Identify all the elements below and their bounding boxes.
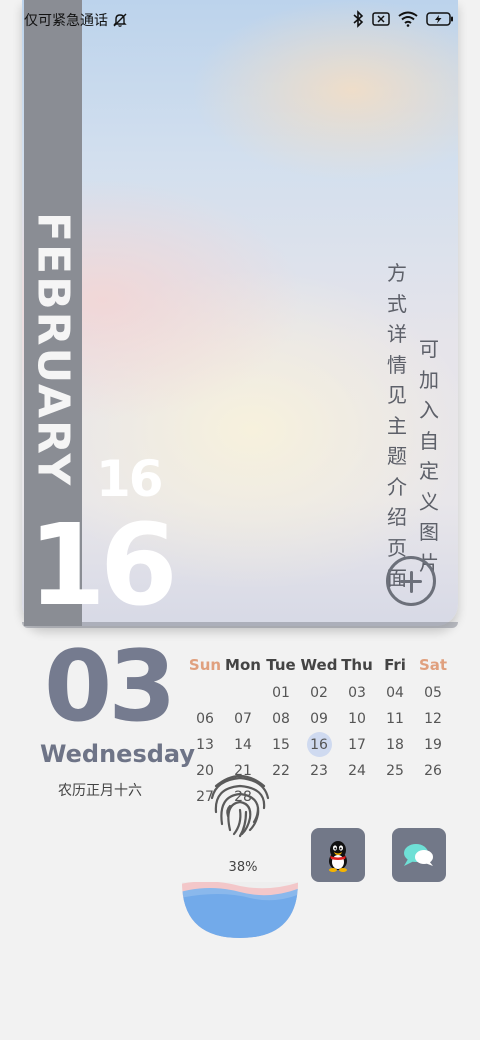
no-sim-icon	[372, 12, 390, 26]
weekday-header-wed: Wed	[300, 656, 338, 674]
calendar-day[interactable]: 12	[414, 708, 452, 730]
calendar-day[interactable]: 14	[224, 734, 262, 756]
weekday-header-fri: Fri	[384, 656, 406, 674]
day-big: 16	[28, 501, 178, 631]
calendar-day[interactable]: 04	[376, 682, 414, 704]
calendar-day[interactable]: 18	[376, 734, 414, 756]
calendar-week: 01 02 03 04 05	[186, 682, 452, 704]
calendar-day[interactable]: 17	[338, 734, 376, 756]
battery-percent: 38%	[228, 860, 258, 875]
calendar-day[interactable]: 06	[186, 708, 224, 730]
status-right	[352, 10, 454, 28]
calendar-day[interactable]: 08	[262, 708, 300, 730]
weekday-header-sat: Sat	[418, 656, 448, 674]
carrier-text: 仅可紧急通话	[24, 13, 108, 29]
calendar-day[interactable]: 01	[262, 682, 300, 704]
bluetooth-icon	[352, 10, 364, 28]
battery-bowl	[180, 878, 300, 944]
calendar-day[interactable]: 23	[300, 760, 338, 782]
message-app-icon[interactable]	[392, 828, 446, 882]
status-bar: 仅可紧急通话	[0, 0, 480, 40]
battery-charging-icon	[426, 12, 454, 26]
calendar-day[interactable]: 11	[376, 708, 414, 730]
qq-app-icon[interactable]	[311, 828, 365, 882]
hint-column-2: 可加入自定义图片	[419, 337, 439, 575]
calendar-day[interactable]: 19	[414, 734, 452, 756]
calendar-day[interactable]: 07	[224, 708, 262, 730]
calendar-week: 13 14 15 16 17 18 19	[186, 732, 452, 757]
calendar-day[interactable]: 13	[186, 734, 224, 756]
day-small: 16	[96, 450, 164, 508]
weekday-header-tue: Tue	[266, 656, 296, 674]
message-icon	[404, 844, 433, 866]
calendar-day[interactable]: 26	[414, 760, 452, 782]
month-label: FEBRUARY	[24, 212, 82, 512]
hint-column-1: 方式详情见主题介绍页面	[387, 261, 407, 590]
calendar-day[interactable]: 09	[300, 708, 338, 730]
weekday-header-sun: Sun	[188, 656, 222, 674]
calendar-day[interactable]: 24	[338, 760, 376, 782]
status-left: 仅可紧急通话	[24, 10, 128, 30]
calendar-day-today[interactable]: 16	[300, 732, 338, 757]
widget-date: 03	[44, 630, 176, 744]
calendar-day[interactable]: 03	[338, 682, 376, 704]
qq-icon	[329, 841, 347, 872]
lunar-date: 农历正月十六	[58, 783, 142, 799]
widget-weekday: Wednesday	[40, 740, 196, 768]
wifi-icon	[398, 11, 418, 27]
weekday-header-mon: Mon	[225, 656, 261, 674]
fingerprint-icon[interactable]	[206, 766, 274, 842]
add-image-button[interactable]	[386, 556, 436, 606]
calendar-day[interactable]: 05	[414, 682, 452, 704]
weekday-header-thu: Thu	[341, 656, 373, 674]
calendar-header: Sun Mon Tue Wed Thu Fri Sat	[186, 654, 452, 676]
calendar-day[interactable]: 02	[300, 682, 338, 704]
calendar-day[interactable]: 25	[376, 760, 414, 782]
bell-muted-icon	[112, 12, 128, 28]
calendar-week: 06 07 08 09 10 11 12	[186, 708, 452, 730]
calendar-day[interactable]: 15	[262, 734, 300, 756]
calendar-day[interactable]: 10	[338, 708, 376, 730]
month-text: FEBRUARY	[27, 212, 79, 488]
